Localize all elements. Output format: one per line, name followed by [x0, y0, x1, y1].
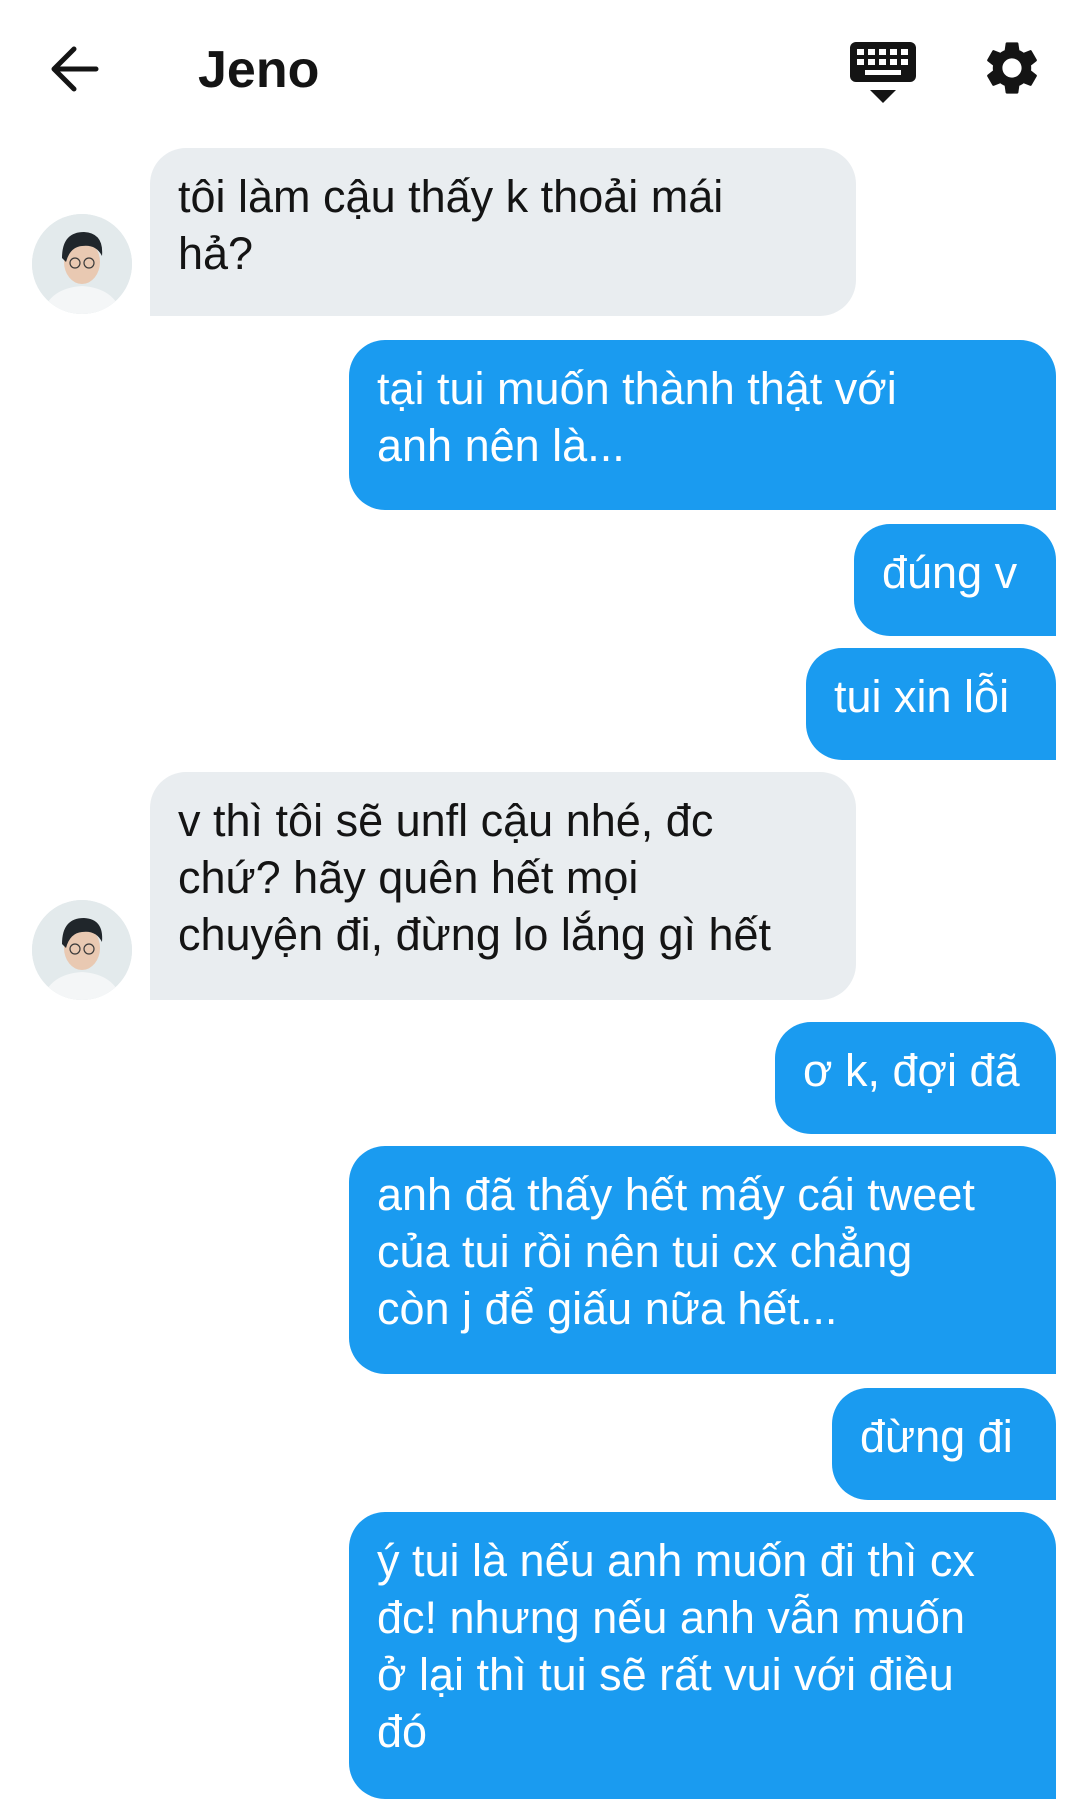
message-text: anh đã thấy hết mấy cái tweet — [377, 1169, 975, 1220]
message-bubble-outgoing[interactable]: đừng đi — [832, 1388, 1056, 1500]
back-button[interactable] — [44, 36, 110, 102]
message-text: của tui rồi nên tui cx chẳng — [377, 1226, 913, 1277]
message-text: chứ? hãy quên hết mọi — [178, 852, 639, 903]
message-text: v thì tôi sẽ unfl cậu nhé, đc — [178, 795, 714, 846]
message-text: tôi làm cậu thấy k thoải mái — [178, 171, 724, 222]
message-text: hả? — [178, 228, 254, 279]
avatar[interactable] — [32, 214, 132, 314]
message-text: đừng đi — [860, 1411, 1013, 1462]
keyboard-button[interactable] — [848, 40, 918, 106]
message-text: đúng v — [882, 547, 1018, 598]
avatar[interactable] — [32, 900, 132, 1000]
message-text: đó — [377, 1706, 428, 1757]
message-text: anh nên là... — [377, 420, 625, 471]
message-text: chuyện đi, đừng lo lắng gì hết — [178, 909, 772, 960]
settings-button[interactable] — [980, 36, 1044, 100]
message-bubble-outgoing[interactable]: đúng v — [854, 524, 1056, 636]
conversation-title: Jeno — [198, 41, 320, 99]
message-bubble-outgoing[interactable]: tui xin lỗi — [806, 648, 1056, 760]
message-text: đc! nhưng nếu anh vẫn muốn — [377, 1592, 966, 1643]
message-text: tui xin lỗi — [834, 671, 1010, 722]
arrow-left-icon — [51, 46, 99, 92]
conversation-header: Jeno — [0, 0, 1080, 140]
message-bubble-outgoing[interactable]: tại tui muốn thành thật với anh nên là..… — [349, 340, 1056, 510]
message-bubble-outgoing[interactable]: anh đã thấy hết mấy cái tweet của tui rồ… — [349, 1146, 1056, 1374]
gear-icon — [987, 42, 1037, 94]
profile-photo — [32, 900, 132, 1000]
message-bubble-outgoing[interactable]: ý tui là nếu anh muốn đi thì cx đc! nhưn… — [349, 1512, 1056, 1799]
message-text: ở lại thì tui sẽ rất vui với điều — [377, 1649, 954, 1700]
profile-photo — [32, 214, 132, 314]
message-bubble-outgoing[interactable]: ơ k, đợi đã — [775, 1022, 1056, 1134]
message-bubble-incoming[interactable]: tôi làm cậu thấy k thoải mái hả? — [150, 148, 856, 316]
message-text: còn j để giấu nữa hết... — [377, 1283, 838, 1334]
message-bubble-incoming[interactable]: v thì tôi sẽ unfl cậu nhé, đc chứ? hãy q… — [150, 772, 856, 1000]
message-text: tại tui muốn thành thật với — [377, 363, 897, 414]
message-text: ý tui là nếu anh muốn đi thì cx — [377, 1535, 975, 1586]
message-text: ơ k, đợi đã — [803, 1045, 1020, 1096]
keyboard-icon — [850, 42, 916, 103]
